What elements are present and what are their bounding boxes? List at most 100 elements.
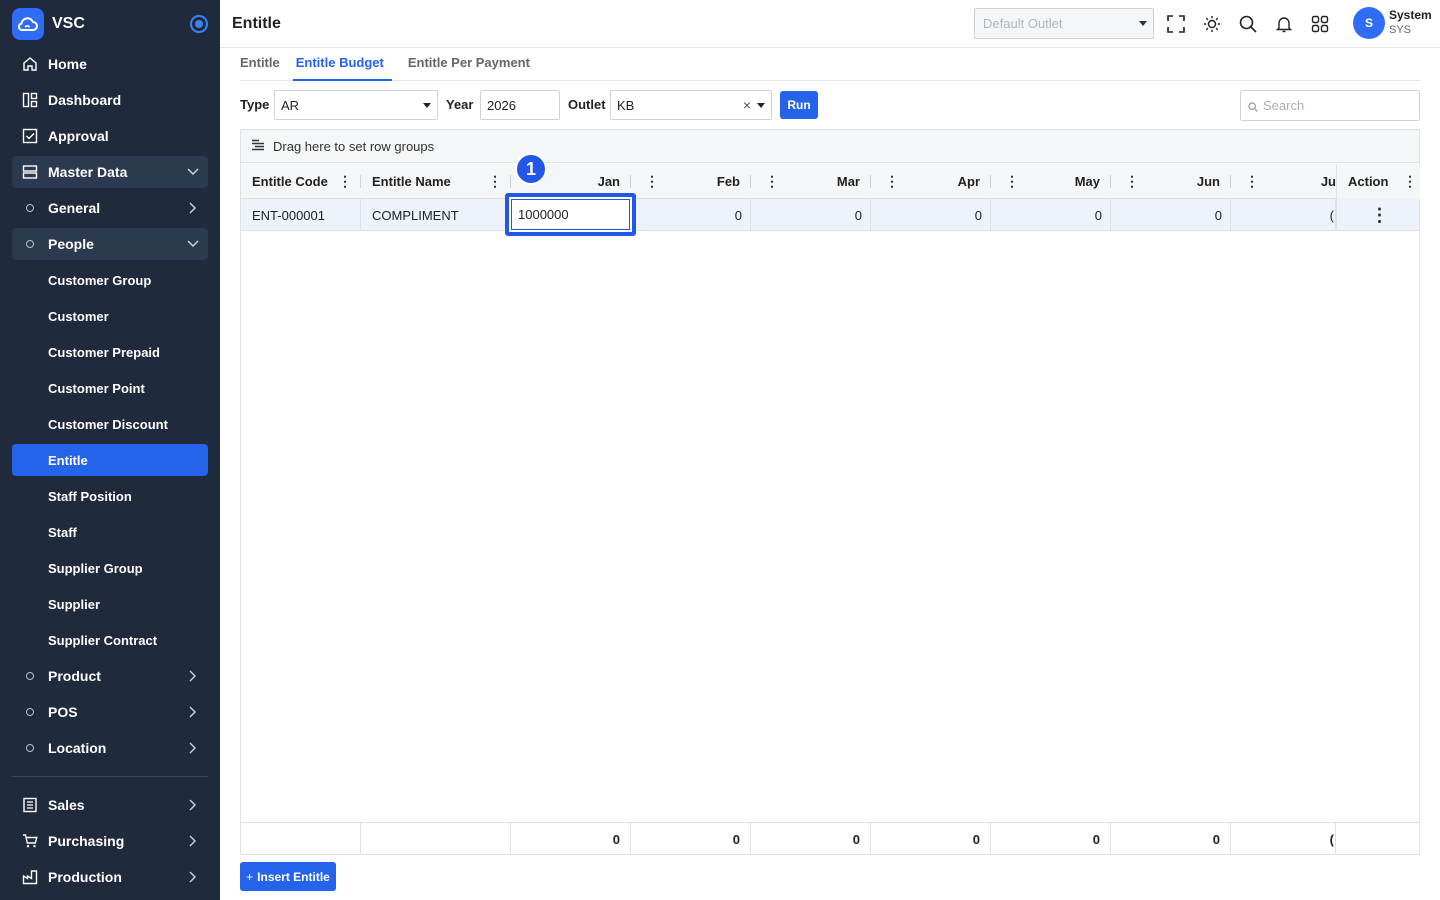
sidebar-toggle-icon[interactable] bbox=[190, 15, 208, 33]
sidebar-item-staff[interactable]: Staff bbox=[12, 516, 208, 548]
column-header-apr[interactable]: ⋮ Apr bbox=[871, 164, 991, 199]
search-icon[interactable] bbox=[1237, 13, 1259, 35]
column-header-label: Entitle Code bbox=[252, 174, 328, 189]
table-row[interactable]: ENT-000001 COMPLIMENT 0 0 0 0 0 ( ⋮ bbox=[241, 199, 1419, 231]
sidebar-item-production[interactable]: Production bbox=[12, 861, 208, 893]
column-menu-icon[interactable]: ⋮ bbox=[1005, 173, 1019, 190]
type-select[interactable]: AR bbox=[274, 90, 438, 120]
row-group-panel[interactable]: Drag here to set row groups bbox=[241, 130, 1419, 163]
sidebar-item-approval[interactable]: Approval bbox=[12, 120, 208, 152]
sidebar-item-label: Dashboard bbox=[48, 92, 122, 108]
clear-icon[interactable]: × bbox=[743, 97, 751, 113]
sidebar-item-people[interactable]: People bbox=[12, 228, 208, 260]
sidebar-item-label: Customer Prepaid bbox=[48, 344, 160, 360]
column-header-feb[interactable]: ⋮ Feb bbox=[631, 164, 751, 199]
run-button[interactable]: Run bbox=[780, 91, 818, 119]
sidebar-item-supplier-group[interactable]: Supplier Group bbox=[12, 552, 208, 584]
sidebar-divider bbox=[12, 776, 208, 777]
tab-entitle-budget[interactable]: Entitle Budget bbox=[292, 48, 392, 81]
sun-icon[interactable] bbox=[1201, 13, 1223, 35]
caret-down-icon bbox=[1139, 21, 1147, 26]
sidebar-item-sales[interactable]: Sales bbox=[12, 789, 208, 821]
sidebar-item-home[interactable]: Home bbox=[12, 48, 208, 80]
outlet-filter-select[interactable]: KB × bbox=[610, 90, 772, 120]
sidebar-item-supplier[interactable]: Supplier bbox=[12, 588, 208, 620]
column-header-label: Feb bbox=[716, 174, 740, 189]
sidebar-item-customer-group[interactable]: Customer Group bbox=[12, 264, 208, 296]
type-label: Type bbox=[240, 97, 270, 112]
bell-icon[interactable] bbox=[1273, 13, 1295, 35]
cell-entitle-name[interactable]: COMPLIMENT bbox=[361, 199, 511, 231]
sidebar-item-label: POS bbox=[48, 704, 78, 720]
column-menu-icon[interactable]: ⋮ bbox=[1125, 173, 1139, 190]
grid-header-row: Entitle Code ⋮ Entitle Name ⋮ Jan ⋮ Feb … bbox=[241, 164, 1420, 199]
sidebar-item-product[interactable]: Product bbox=[12, 660, 208, 692]
row-action-menu-icon[interactable]: ⋮ bbox=[1336, 199, 1420, 231]
column-menu-icon[interactable]: ⋮ bbox=[1403, 173, 1417, 190]
user-name: System bbox=[1389, 8, 1432, 22]
column-header-entitle-name[interactable]: Entitle Name ⋮ bbox=[361, 164, 511, 199]
cell-jun[interactable]: 0 bbox=[1111, 199, 1231, 231]
sidebar-item-location[interactable]: Location bbox=[12, 732, 208, 764]
sidebar-item-customer-discount[interactable]: Customer Discount bbox=[12, 408, 208, 440]
sidebar-item-label: Customer Point bbox=[48, 380, 145, 396]
column-header-jul[interactable]: ⋮ Ju bbox=[1231, 164, 1336, 199]
sidebar-item-customer[interactable]: Customer bbox=[12, 300, 208, 332]
fullscreen-icon[interactable] bbox=[1165, 13, 1187, 35]
column-menu-icon[interactable]: ⋮ bbox=[645, 173, 659, 190]
column-header-jun[interactable]: ⋮ Jun bbox=[1111, 164, 1231, 199]
jan-budget-input[interactable]: 1000000 bbox=[511, 199, 630, 230]
chevron-down-icon bbox=[186, 237, 200, 251]
column-menu-icon[interactable]: ⋮ bbox=[765, 173, 779, 190]
page-title: Entitle bbox=[232, 14, 281, 32]
cell-jul[interactable]: ( bbox=[1231, 199, 1336, 231]
tab-entitle[interactable]: Entitle bbox=[240, 48, 280, 81]
sidebar-item-pos[interactable]: POS bbox=[12, 696, 208, 728]
sidebar-item-label: Location bbox=[48, 740, 107, 756]
avatar[interactable]: S bbox=[1353, 7, 1385, 39]
cell-mar[interactable]: 0 bbox=[751, 199, 871, 231]
chevron-right-icon bbox=[186, 870, 200, 884]
sidebar-item-dashboard[interactable]: Dashboard bbox=[12, 84, 208, 116]
column-header-label: Jan bbox=[597, 174, 620, 189]
outlet-select[interactable]: Default Outlet bbox=[974, 8, 1154, 39]
apps-grid-icon[interactable] bbox=[1309, 13, 1331, 35]
circle-icon bbox=[20, 738, 40, 758]
year-input[interactable]: 2026 bbox=[480, 90, 560, 120]
sidebar-item-supplier-contract[interactable]: Supplier Contract bbox=[12, 624, 208, 656]
column-menu-icon[interactable]: ⋮ bbox=[885, 173, 899, 190]
footer-total-jun: 0 bbox=[1111, 823, 1231, 855]
column-header-action[interactable]: Action ⋮ bbox=[1336, 164, 1420, 199]
sidebar-item-general[interactable]: General bbox=[12, 192, 208, 224]
sidebar-item-master-data[interactable]: Master Data bbox=[12, 156, 208, 188]
sidebar-item-entitle[interactable]: Entitle bbox=[12, 444, 208, 476]
sidebar-item-staff-position[interactable]: Staff Position bbox=[12, 480, 208, 512]
cell-feb[interactable]: 0 bbox=[631, 199, 751, 231]
year-input-value: 2026 bbox=[487, 98, 516, 113]
sidebar-item-customer-prepaid[interactable]: Customer Prepaid bbox=[12, 336, 208, 368]
sidebar-item-purchasing[interactable]: Purchasing bbox=[12, 825, 208, 857]
tab-entitle-per-payment[interactable]: Entitle Per Payment bbox=[408, 48, 530, 81]
insert-entitle-button[interactable]: + Insert Entitle bbox=[240, 862, 336, 891]
cell-may[interactable]: 0 bbox=[991, 199, 1111, 231]
column-menu-icon[interactable]: ⋮ bbox=[1245, 173, 1259, 190]
column-menu-icon[interactable]: ⋮ bbox=[488, 173, 502, 190]
user-code: SYS bbox=[1389, 24, 1412, 36]
circle-icon bbox=[20, 666, 40, 686]
column-header-may[interactable]: ⋮ May bbox=[991, 164, 1111, 199]
sidebar-item-label: People bbox=[48, 236, 94, 252]
column-header-entitle-code[interactable]: Entitle Code ⋮ bbox=[241, 164, 361, 199]
cell-apr[interactable]: 0 bbox=[871, 199, 991, 231]
sidebar-item-label: General bbox=[48, 200, 101, 216]
cart-icon bbox=[20, 831, 40, 851]
cell-entitle-code[interactable]: ENT-000001 bbox=[241, 199, 361, 231]
chevron-right-icon bbox=[186, 798, 200, 812]
type-select-value: AR bbox=[281, 98, 300, 113]
row-group-text: Drag here to set row groups bbox=[273, 138, 435, 154]
search-input[interactable]: Search bbox=[1240, 90, 1420, 121]
footer-total-apr: 0 bbox=[871, 823, 991, 855]
column-menu-icon[interactable]: ⋮ bbox=[338, 173, 352, 190]
sidebar-item-label: Home bbox=[48, 56, 87, 72]
column-header-mar[interactable]: ⋮ Mar bbox=[751, 164, 871, 199]
sidebar-item-customer-point[interactable]: Customer Point bbox=[12, 372, 208, 404]
